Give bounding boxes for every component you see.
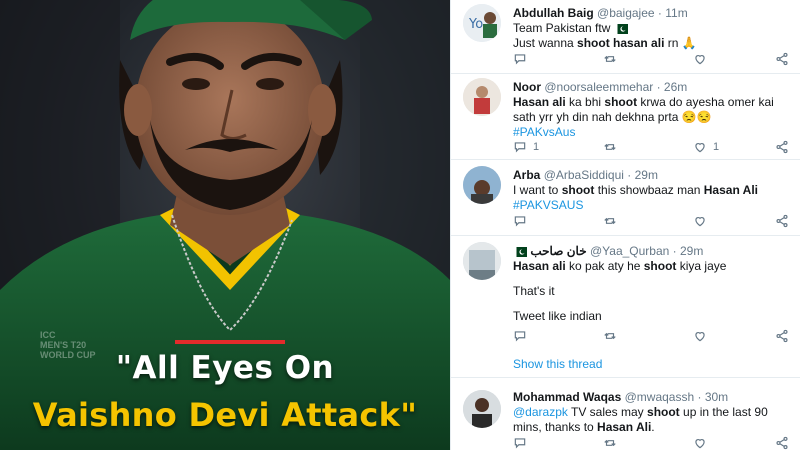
retweet-button[interactable] [603, 436, 617, 450]
tweet-actions [513, 329, 793, 345]
share-button[interactable] [775, 214, 789, 228]
tweet-text: Tweet like indian [513, 309, 602, 323]
like-button[interactable] [693, 329, 707, 343]
share-button[interactable] [775, 329, 789, 343]
tweet[interactable]: خان صاحب @Yaa_Qurban · 29m Hasan ali ko … [451, 236, 800, 378]
tweet-feed: Yo Abdullah Baig @baigajee · 11m Team Pa… [450, 0, 800, 450]
tweet-header: Mohammad Waqas @mwaqassh · 30m [513, 390, 729, 404]
retweet-icon [604, 55, 616, 63]
tweet-text: Hasan ali ka bhi shoot krwa do ayesha om… [513, 95, 774, 109]
svg-text:Yo: Yo [468, 17, 483, 32]
retweet-icon [604, 143, 616, 151]
avatar[interactable] [463, 242, 501, 280]
handle[interactable]: @noorsaleemmehar [544, 80, 653, 94]
heart-icon [695, 217, 705, 227]
like-count: 1 [713, 141, 720, 153]
tweet[interactable]: Mohammad Waqas @mwaqassh · 30m @darazpk … [451, 378, 800, 450]
display-name[interactable]: Abdullah Baig [513, 6, 594, 20]
tweet[interactable]: Arba @ArbaSiddiqui · 29m I want to shoot… [451, 160, 800, 236]
like-button[interactable]: 1 [693, 140, 719, 154]
retweet-button[interactable] [603, 214, 617, 228]
share-icon [776, 436, 788, 450]
tweet-text: @darazpk TV sales may shoot up in the la… [513, 405, 768, 419]
handle[interactable]: @ArbaSiddiqui [544, 168, 624, 182]
reply-button[interactable] [513, 52, 527, 66]
heart-icon [695, 439, 705, 449]
share-icon [776, 214, 788, 228]
avatar[interactable] [463, 78, 501, 116]
tweet-header: Abdullah Baig @baigajee · 11m [513, 6, 688, 20]
like-button[interactable] [693, 214, 707, 228]
reply-icon [514, 438, 526, 449]
tweet-text: sath yrr yh din nah dekhna prta 😒😒 [513, 110, 712, 124]
tweet-text: Just wanna shoot hasan ali rn 🙏 [513, 36, 697, 50]
avatar[interactable] [463, 166, 501, 204]
tweet-header: Arba @ArbaSiddiqui · 29m [513, 168, 658, 182]
like-button[interactable] [693, 436, 707, 450]
pakistan-flag-icon [513, 247, 527, 257]
display-name[interactable]: خان صاحب [530, 244, 586, 258]
headline-line-1: "All Eyes On [115, 350, 335, 386]
reply-icon [514, 331, 526, 342]
reply-count: 1 [533, 141, 540, 153]
share-button[interactable] [775, 436, 789, 450]
news-image: ICC MEN'S T20 WORLD CUP "All Eyes On Vai… [0, 0, 450, 450]
heart-icon [695, 143, 705, 153]
avatar[interactable] [463, 390, 501, 428]
avatar[interactable]: Yo [463, 4, 501, 42]
share-button[interactable] [775, 140, 789, 154]
like-button[interactable] [693, 52, 707, 66]
handle[interactable]: @mwaqassh [625, 390, 695, 404]
display-name[interactable]: Arba [513, 168, 540, 182]
retweet-icon [604, 332, 616, 340]
display-name[interactable]: Noor [513, 80, 541, 94]
accent-bar [175, 340, 285, 344]
share-icon [776, 140, 788, 154]
tweet-header: خان صاحب @Yaa_Qurban · 29m [513, 244, 703, 258]
reply-button[interactable] [513, 214, 527, 228]
timestamp[interactable]: 30m [705, 390, 728, 404]
tweet-actions: 1 1 [513, 140, 793, 156]
hashtag-link[interactable]: #PAKvsAus [513, 125, 575, 139]
handle[interactable]: @Yaa_Qurban [590, 244, 669, 258]
reply-icon [514, 142, 526, 153]
timestamp[interactable]: 26m [664, 80, 687, 94]
tweet-text: mins, thanks to Hasan Ali. [513, 420, 655, 434]
retweet-button[interactable] [603, 52, 617, 66]
timestamp[interactable]: 29m [635, 168, 658, 182]
tweet-actions [513, 52, 793, 68]
tweet-text: That's it [513, 284, 555, 298]
headline-line-2: Vaishno Devi Attack" [32, 396, 418, 434]
retweet-button[interactable] [603, 329, 617, 343]
heart-icon [695, 55, 705, 65]
mention-link[interactable]: @darazpk [513, 405, 568, 419]
tweet[interactable]: Yo Abdullah Baig @baigajee · 11m Team Pa… [451, 0, 800, 74]
retweet-icon [604, 439, 616, 447]
share-icon [776, 329, 788, 343]
timestamp[interactable]: 29m [680, 244, 703, 258]
reply-icon [514, 54, 526, 65]
handle[interactable]: @baigajee [597, 6, 655, 20]
show-thread-link[interactable]: Show this thread [513, 357, 602, 371]
tweet[interactable]: Noor @noorsaleemmehar · 26m Hasan ali ka… [451, 74, 800, 160]
heart-icon [695, 332, 705, 342]
tweet-text: Hasan ali ko pak aty he shoot kiya jaye [513, 259, 727, 273]
tweet-text: I want to shoot this showbaaz man Hasan … [513, 183, 759, 197]
pakistan-flag-icon [613, 24, 628, 34]
display-name[interactable]: Mohammad Waqas [513, 390, 621, 404]
retweet-icon [604, 217, 616, 225]
reply-button[interactable] [513, 436, 527, 450]
reply-button[interactable] [513, 329, 527, 343]
reply-button[interactable]: 1 [513, 140, 539, 154]
tweet-actions [513, 436, 793, 450]
share-icon [776, 52, 788, 66]
timestamp[interactable]: 11m [665, 6, 687, 20]
reply-icon [514, 216, 526, 227]
tweet-actions [513, 214, 793, 230]
tweet-text: Team Pakistan ftw [513, 21, 628, 35]
hashtag-link[interactable]: #PAKVSAUS [513, 198, 583, 212]
retweet-button[interactable] [603, 140, 617, 154]
tweet-header: Noor @noorsaleemmehar · 26m [513, 80, 688, 94]
share-button[interactable] [775, 52, 789, 66]
